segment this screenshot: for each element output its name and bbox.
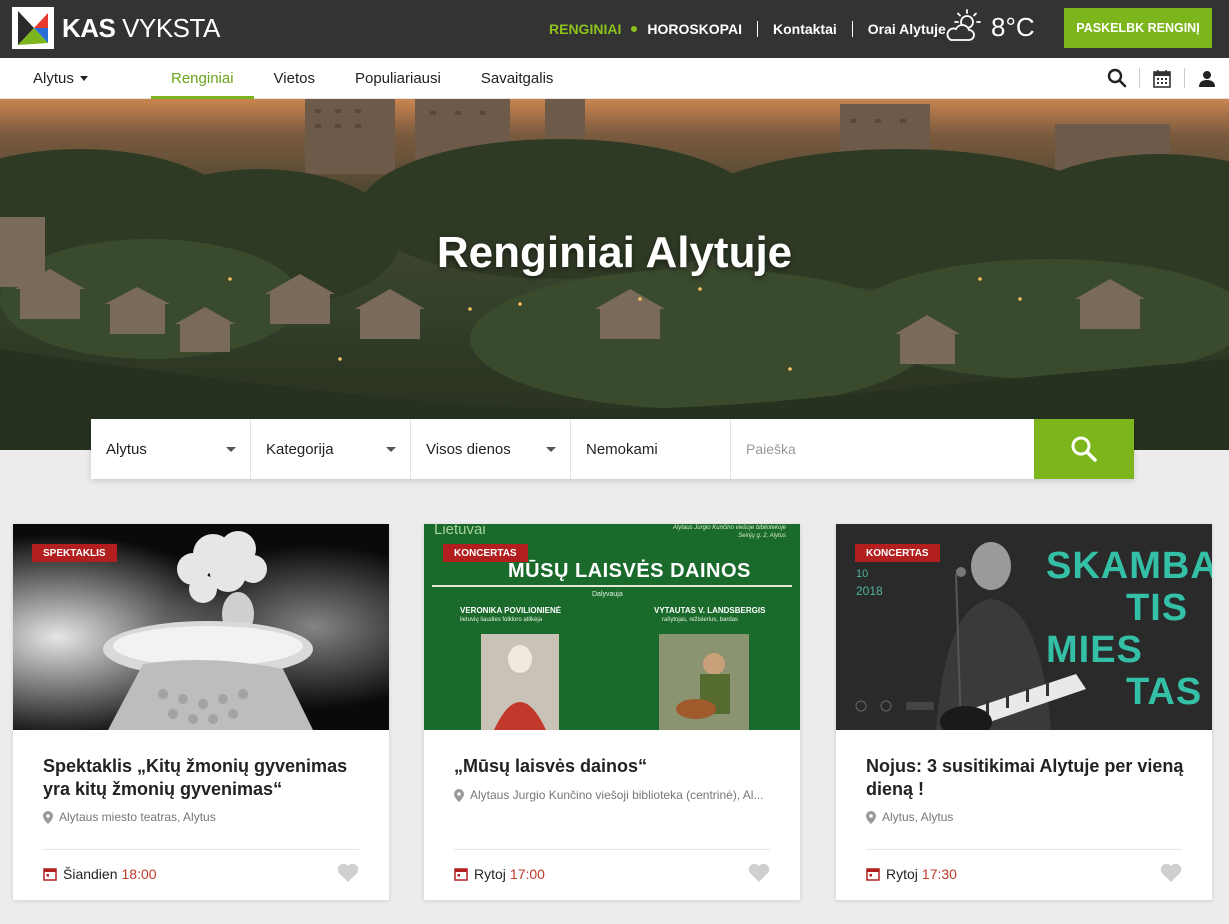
poster-word-1: SKAMBAN (1046, 545, 1212, 587)
poster-year: 2018 (856, 584, 883, 598)
event-title[interactable]: Nojus: 3 susitikimai Alytuje per vieną d… (866, 755, 1186, 801)
temperature: 8°C (991, 12, 1035, 42)
calendar-icon (1153, 69, 1171, 88)
event-image[interactable]: 0 10 2018 SKAMBAN TIS MIES TAS KONCERTAS (836, 524, 1212, 730)
map-pin-icon (43, 810, 53, 824)
city-select-value: Alytus (106, 440, 147, 458)
free-label: Nemokami (586, 440, 658, 458)
top-nav: RENGINIAI HOROSKOPAI Kontaktai Orai Alyt… (549, 0, 946, 58)
search-bar: Alytus Kategorija Visos dienos Nemokami (91, 419, 1134, 479)
card-divider (866, 849, 1182, 850)
calendar-icon (866, 868, 880, 881)
tab-vietos[interactable]: Vietos (254, 58, 335, 99)
event-image[interactable]: SPEKTAKLIS (13, 524, 389, 730)
tab-savaitgalis[interactable]: Savaitgalis (461, 58, 574, 99)
city-label: Alytus (33, 69, 74, 87)
nav-separator (851, 21, 853, 37)
hero-banner: Renginiai Alytuje (0, 99, 1229, 450)
nav-active-dot (631, 26, 638, 32)
search-icon (1107, 68, 1127, 88)
tab-populiariausi[interactable]: Populiariausi (335, 58, 461, 99)
search-submit-button[interactable] (1034, 419, 1134, 479)
nav-renginiai[interactable]: RENGINIAI (549, 21, 621, 37)
page-title: Renginiai Alytuje (436, 228, 793, 277)
map-pin-icon (454, 788, 464, 802)
poster-word-4: TAS (1126, 671, 1203, 713)
heart-icon[interactable] (748, 863, 770, 882)
city-dropdown[interactable]: Alytus (33, 58, 88, 98)
map-pin-icon (866, 810, 876, 824)
logo-bold: KAS (62, 13, 116, 43)
heart-icon[interactable] (1160, 863, 1182, 882)
sub-icons (1095, 58, 1229, 98)
event-datetime: Rytoj 17:30 (866, 866, 957, 882)
poster-word-3: MIES (1046, 629, 1143, 671)
category-badge: KONCERTAS (443, 544, 528, 562)
search-input[interactable] (731, 419, 1034, 479)
poster-word-2: TIS (1126, 587, 1189, 629)
event-day: Šiandien (63, 866, 118, 882)
logo-icon (12, 7, 54, 49)
event-image[interactable]: Lietuvai Alytaus Jurgio Kunčino viešoje … (424, 524, 800, 730)
logo-light: VYKSTA (122, 13, 220, 43)
nav-separator (756, 21, 758, 37)
event-day: Rytoj (474, 866, 506, 882)
event-day: Rytoj (886, 866, 918, 882)
sub-tabs: Renginiai Vietos Populiariausi Savaitgal… (151, 58, 573, 99)
event-location: Alytaus Jurgio Kunčino viešoji bibliotek… (454, 788, 784, 802)
heart-icon[interactable] (337, 863, 359, 882)
user-button[interactable] (1185, 58, 1229, 98)
nav-kontaktai[interactable]: Kontaktai (773, 21, 837, 37)
tab-renginiai[interactable]: Renginiai (151, 58, 254, 99)
event-datetime: Šiandien 18:00 (43, 866, 157, 882)
event-card[interactable]: Lietuvai Alytaus Jurgio Kunčino viešoje … (424, 524, 800, 900)
caret-down-icon (386, 447, 396, 452)
free-toggle[interactable]: Nemokami (571, 419, 731, 479)
site-logo[interactable]: KAS VYKSTA (12, 7, 220, 49)
card-divider (43, 849, 359, 850)
caret-down-icon (79, 75, 88, 81)
category-select-value: Kategorija (266, 440, 334, 458)
city-select[interactable]: Alytus (91, 419, 251, 479)
caret-down-icon (546, 447, 556, 452)
nav-orai[interactable]: Orai Alytuje (868, 21, 946, 37)
publish-event-button[interactable]: PASKELBK RENGINĮ (1064, 8, 1212, 48)
search-icon (1071, 436, 1097, 462)
event-location: Alytus, Alytus (866, 810, 1196, 824)
nav-horoskopai[interactable]: HOROSKOPAI (647, 21, 742, 37)
category-badge: SPEKTAKLIS (32, 544, 117, 562)
event-card[interactable]: 0 10 2018 SKAMBAN TIS MIES TAS KONCERTAS… (836, 524, 1212, 900)
calendar-icon (43, 868, 57, 881)
card-divider (454, 849, 770, 850)
event-title[interactable]: Spektaklis „Kitų žmonių gyvenimas yra ki… (43, 755, 363, 801)
days-select[interactable]: Visos dienos (411, 419, 571, 479)
sub-nav: Alytus Renginiai Vietos Populiariausi Sa… (0, 58, 1229, 99)
days-select-value: Visos dienos (426, 440, 511, 458)
user-icon (1199, 70, 1215, 87)
event-time: 17:30 (921, 866, 957, 882)
event-title[interactable]: „Mūsų laisvės dainos“ (454, 755, 774, 778)
partly-cloudy-icon (946, 9, 981, 41)
poster-date-mid: 10 (856, 568, 869, 580)
event-time: 17:00 (509, 866, 545, 882)
event-location-text: Alytus, Alytus (882, 810, 954, 824)
event-location: Alytaus miesto teatras, Alytus (43, 810, 373, 824)
event-card[interactable]: SPEKTAKLIS Spektaklis „Kitų žmonių gyven… (13, 524, 389, 900)
search-button[interactable] (1095, 58, 1139, 98)
event-datetime: Rytoj 17:00 (454, 866, 545, 882)
calendar-icon (454, 868, 468, 881)
top-bar: KAS VYKSTA RENGINIAI HOROSKOPAI Kontakta… (0, 0, 1229, 58)
event-location-text: Alytaus Jurgio Kunčino viešoji bibliotek… (470, 788, 764, 802)
category-select[interactable]: Kategorija (251, 419, 411, 479)
calendar-button[interactable] (1140, 58, 1184, 98)
event-time: 18:00 (121, 866, 157, 882)
caret-down-icon (226, 447, 236, 452)
category-badge: KONCERTAS (855, 544, 940, 562)
event-location-text: Alytaus miesto teatras, Alytus (59, 810, 216, 824)
